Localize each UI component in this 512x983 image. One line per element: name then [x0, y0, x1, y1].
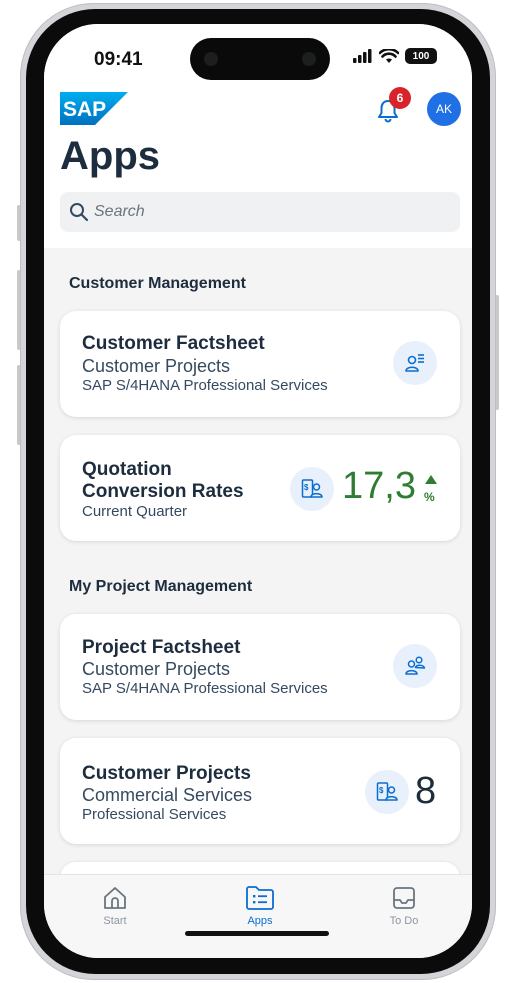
home-indicator[interactable]: [185, 931, 329, 936]
quotation-icon: $: [365, 770, 409, 814]
quotation-icon: $: [290, 467, 334, 511]
card-title-line2: Conversion Rates: [82, 481, 244, 502]
avatar[interactable]: AK: [427, 92, 461, 126]
home-icon: [104, 887, 126, 909]
card-detail: Professional Services: [82, 806, 227, 823]
svg-text:SAP: SAP: [63, 98, 106, 121]
app-screen: 09:41 100 SAP 6 AK Apps Search Customer …: [44, 24, 472, 958]
apps-icon: [246, 886, 274, 910]
card-detail: SAP S/4HANA Professional Services: [82, 680, 328, 697]
inbox-icon: [393, 887, 415, 909]
card-title: Customer Factsheet: [82, 333, 265, 354]
tab-label: To Do: [389, 915, 419, 927]
battery-icon: 100: [405, 48, 437, 64]
search-placeholder: Search: [94, 203, 145, 220]
customer-factsheet-card[interactable]: Customer Factsheet Customer Projects SAP…: [60, 311, 460, 417]
section-title-my-project-management: My Project Management: [69, 578, 253, 595]
trend-up-icon: [425, 475, 437, 484]
card-subtitle: Commercial Services: [82, 785, 253, 805]
notification-badge: 6: [389, 87, 411, 109]
kpi-value: 17,3: [342, 465, 416, 507]
card-title: Customer Projects: [82, 763, 251, 784]
bottom-tab-bar: Start Apps To Do: [44, 874, 472, 958]
customer-projects-card[interactable]: Customer Projects Commercial Services Pr…: [60, 738, 460, 844]
wifi-icon: [379, 48, 399, 63]
section-title-customer-management: Customer Management: [69, 275, 246, 292]
card-title: Project Factsheet: [82, 637, 241, 658]
sap-logo: SAP: [60, 92, 128, 125]
card-subtitle: Customer Projects: [82, 659, 231, 679]
tab-label: Start: [103, 915, 127, 927]
kpi-value: 8: [415, 770, 437, 812]
signal-icon: [353, 49, 372, 63]
dynamic-island: [190, 38, 330, 80]
app-header: 09:41 100 SAP 6 AK Apps Search: [44, 24, 472, 248]
tab-label: Apps: [247, 915, 273, 927]
status-time: 09:41: [94, 49, 143, 70]
status-icons: 100: [353, 48, 437, 64]
card-subtitle: Customer Projects: [82, 356, 231, 376]
card-subtitle: Current Quarter: [82, 503, 188, 520]
tab-start[interactable]: Start: [75, 885, 155, 927]
tab-apps[interactable]: Apps: [220, 885, 300, 927]
search-icon: [70, 203, 89, 222]
customer-list-icon: [393, 341, 437, 385]
page-title: Apps: [60, 134, 160, 178]
quotation-conversion-card[interactable]: Quotation Conversion Rates Current Quart…: [60, 435, 460, 541]
kpi-unit: %: [424, 490, 435, 504]
tab-to-do[interactable]: To Do: [364, 885, 444, 927]
team-icon: [393, 644, 437, 688]
svg-text:$: $: [304, 483, 309, 492]
project-factsheet-card[interactable]: Project Factsheet Customer Projects SAP …: [60, 614, 460, 720]
card-detail: SAP S/4HANA Professional Services: [82, 377, 328, 394]
card-title-line1: Quotation: [82, 459, 172, 480]
search-input[interactable]: Search: [60, 192, 460, 232]
svg-text:$: $: [379, 786, 384, 795]
